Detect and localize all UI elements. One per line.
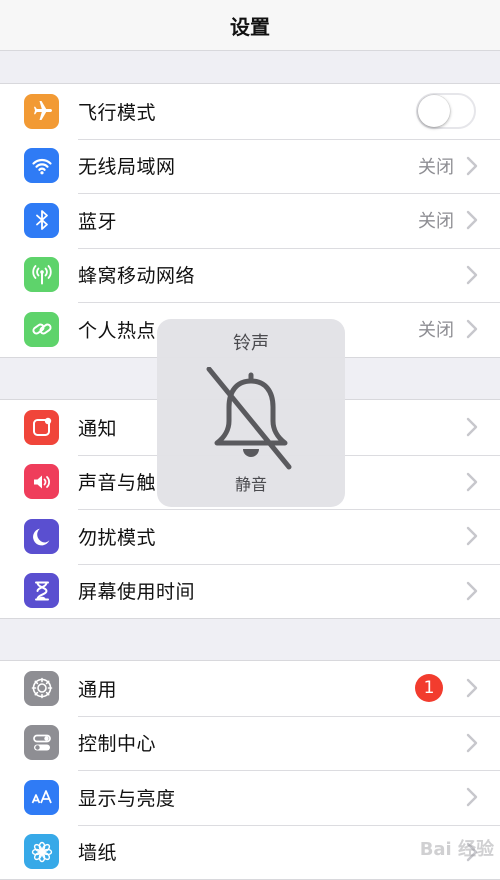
chevron-right-icon — [466, 210, 478, 230]
chevron-right-icon — [466, 265, 478, 285]
settings-row-label: 控制中心 — [78, 733, 157, 756]
hud-subtitle: 静音 — [234, 475, 267, 494]
chevron-right-icon — [466, 733, 478, 753]
chevron-right-icon — [466, 787, 478, 807]
settings-row-control-center[interactable]: 控制中心 — [0, 715, 500, 771]
settings-row-cellular[interactable]: 蜂窝移动网络 — [0, 247, 500, 303]
settings-row-screen-time[interactable]: 屏幕使用时间 — [0, 563, 500, 619]
settings-row-label: 屏幕使用时间 — [78, 581, 196, 604]
watermark: Bai 经验 — [419, 839, 494, 860]
settings-row-display-brightness[interactable]: 显示与亮度 — [0, 770, 500, 825]
update-badge: 1 — [415, 674, 443, 703]
airplane-icon — [24, 93, 59, 129]
chevron-right-icon — [466, 156, 478, 176]
chevron-right-icon — [466, 417, 478, 437]
settings-row-label: 蜂窝移动网络 — [78, 265, 196, 288]
bell-slash-icon — [205, 366, 297, 471]
bluetooth-status-value: 关闭 — [418, 211, 454, 233]
settings-row-label: 个人热点 — [78, 319, 157, 342]
settings-row-label: 无线局域网 — [78, 156, 176, 179]
chevron-right-icon — [466, 472, 478, 492]
toggle-knob — [418, 95, 450, 128]
settings-row-label: 墙纸 — [78, 842, 118, 865]
settings-row-label: 勿扰模式 — [78, 526, 157, 549]
navigation-bar: 设置 — [0, 0, 500, 51]
flower-icon — [24, 834, 59, 870]
chevron-right-icon — [466, 678, 478, 698]
hotspot-link-icon — [24, 311, 59, 347]
wifi-icon — [24, 148, 59, 184]
page-title: 设置 — [230, 14, 270, 39]
settings-group-connectivity: 飞行模式 无线局域网 关闭 蓝牙 关闭 蜂窝移动网络 个人热点 关闭 — [0, 83, 500, 358]
hourglass-icon — [24, 573, 59, 609]
airplane-mode-toggle[interactable] — [416, 93, 476, 130]
settings-row-general[interactable]: 通用 1 — [0, 661, 500, 716]
toggles-icon — [24, 725, 59, 761]
settings-row-airplane-mode[interactable]: 飞行模式 — [0, 84, 500, 139]
bluetooth-icon — [24, 202, 59, 238]
chevron-right-icon — [466, 581, 478, 601]
moon-icon — [24, 518, 59, 554]
notification-icon — [24, 409, 59, 445]
settings-row-bluetooth[interactable]: 蓝牙 关闭 — [0, 193, 500, 248]
text-size-icon — [24, 779, 59, 815]
chevron-right-icon — [466, 526, 478, 546]
hud-title: 铃声 — [233, 333, 269, 354]
settings-row-label: 通知 — [78, 417, 118, 440]
speaker-icon — [24, 464, 59, 500]
settings-row-label: 声音与触 — [78, 472, 157, 495]
wifi-status-value: 关闭 — [418, 156, 454, 178]
chevron-right-icon — [466, 319, 478, 339]
gear-icon — [24, 670, 59, 706]
settings-row-do-not-disturb[interactable]: 勿扰模式 — [0, 509, 500, 564]
settings-row-label: 通用 — [78, 678, 118, 701]
settings-row-wifi[interactable]: 无线局域网 关闭 — [0, 138, 500, 194]
hotspot-status-value: 关闭 — [418, 320, 454, 342]
settings-row-label: 显示与亮度 — [78, 787, 176, 810]
ringer-silent-hud: 铃声 静音 — [157, 319, 345, 507]
cellular-antenna-icon — [24, 257, 59, 293]
settings-row-label: 飞行模式 — [78, 101, 157, 124]
settings-row-label: 蓝牙 — [78, 210, 118, 233]
